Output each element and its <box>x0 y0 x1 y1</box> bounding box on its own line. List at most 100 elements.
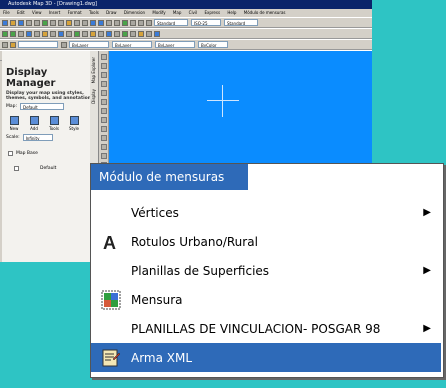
tree-root-label: Map Base <box>16 151 38 156</box>
linetype-combo[interactable]: ByLayer <box>112 41 152 48</box>
menu-format[interactable]: Format <box>68 10 82 15</box>
plotstyle-combo[interactable]: ByColor <box>198 41 228 48</box>
dim-style-combo[interactable]: ISO-25 <box>191 19 221 26</box>
scale-combo[interactable]: Infinity <box>22 134 53 141</box>
tree-root[interactable]: Map Base <box>8 151 92 156</box>
new-icon[interactable] <box>2 19 8 26</box>
map-tool-15-icon[interactable] <box>114 30 120 37</box>
layer-combo[interactable] <box>18 41 58 48</box>
text-style-combo[interactable]: Standard <box>154 19 188 26</box>
print-icon[interactable] <box>26 19 32 26</box>
cut-icon[interactable] <box>42 19 48 26</box>
paste-icon[interactable] <box>58 19 64 26</box>
layer-state-icon[interactable] <box>10 41 16 48</box>
menu-civil[interactable]: Civil <box>189 10 198 15</box>
menu-item-planillas-superficies[interactable]: Planillas de Superficies ▶ <box>91 256 441 285</box>
menu-modify[interactable]: Modify <box>152 10 165 15</box>
toolbar-map <box>0 28 372 39</box>
style-button[interactable]: Style <box>66 116 82 131</box>
map-tool-17-icon[interactable] <box>130 30 136 37</box>
menu-insert[interactable]: Insert <box>49 10 60 15</box>
table-style-combo[interactable]: Standard <box>224 19 258 26</box>
tab-map-explorer[interactable]: Map Explorer <box>91 57 96 83</box>
pan-icon[interactable] <box>90 19 96 26</box>
menu-item-rotulos[interactable]: A Rotulos Urbano/Rural <box>91 227 441 256</box>
array-icon[interactable] <box>100 90 107 96</box>
menu-express[interactable]: Express <box>204 10 220 15</box>
extend-icon[interactable] <box>100 144 107 150</box>
map-tool-11-icon[interactable] <box>82 30 88 37</box>
map-tool-19-icon[interactable] <box>146 30 152 37</box>
erase-icon[interactable] <box>100 54 107 60</box>
mirror-icon[interactable] <box>100 72 107 78</box>
zoom-previous-icon[interactable] <box>114 19 120 26</box>
move-icon[interactable] <box>100 99 107 105</box>
menu-help[interactable]: Help <box>227 10 236 15</box>
map-tool-13-icon[interactable] <box>98 30 104 37</box>
preview-icon[interactable] <box>34 19 40 26</box>
map-tool-9-icon[interactable] <box>66 30 72 37</box>
offset-icon[interactable] <box>100 81 107 87</box>
map-tool-16-icon[interactable] <box>122 30 128 37</box>
copy-icon[interactable] <box>50 19 56 26</box>
map-tool-5-icon[interactable] <box>34 30 40 37</box>
new-button[interactable]: New <box>6 116 22 131</box>
add-button[interactable]: Add <box>26 116 42 131</box>
menu-tools[interactable]: Tools <box>89 10 99 15</box>
map-combo[interactable]: Default <box>20 103 65 110</box>
zoom-icon[interactable] <box>98 19 104 26</box>
child-checkbox[interactable] <box>14 166 19 171</box>
modulo-mensuras-menu: Módulo de mensuras Vértices ▶ A Rotulos … <box>90 163 444 378</box>
menu-dimension[interactable]: Dimension <box>124 10 145 15</box>
map-tool-3-icon[interactable] <box>18 30 24 37</box>
map-tool-14-icon[interactable] <box>106 30 112 37</box>
help-icon[interactable] <box>146 19 152 26</box>
map-tool-12-icon[interactable] <box>90 30 96 37</box>
tree-child[interactable]: Default <box>14 166 92 171</box>
zoom-window-icon[interactable] <box>106 19 112 26</box>
tab-display[interactable]: Display <box>91 89 96 104</box>
match-icon[interactable] <box>66 19 72 26</box>
designcenter-icon[interactable] <box>130 19 136 26</box>
map-tool-8-icon[interactable] <box>58 30 64 37</box>
menu-map[interactable]: Map <box>173 10 181 15</box>
menu-item-mensura[interactable]: Mensura <box>91 285 441 314</box>
map-tool-18-icon[interactable] <box>138 30 144 37</box>
layer-previous-icon[interactable] <box>61 41 67 48</box>
map-tool-1-icon[interactable] <box>2 30 8 37</box>
tools-button[interactable]: Tools <box>46 116 62 131</box>
menu-edit[interactable]: Edit <box>17 10 25 15</box>
open-icon[interactable] <box>10 19 16 26</box>
menu-view[interactable]: View <box>32 10 42 15</box>
stretch-icon[interactable] <box>100 126 107 132</box>
menu-file[interactable]: File <box>3 10 10 15</box>
layer-tree: Map Base Default <box>8 151 92 171</box>
map-tool-6-icon[interactable] <box>42 30 48 37</box>
save-icon[interactable] <box>18 19 24 26</box>
menu-item-arma-xml[interactable]: Arma XML <box>91 343 441 372</box>
menu-draw[interactable]: Draw <box>106 10 116 15</box>
menu-header[interactable]: Módulo de mensuras <box>91 164 248 190</box>
lineweight-combo[interactable]: ByLayer <box>155 41 195 48</box>
color-combo[interactable]: ByLayer <box>69 41 109 48</box>
properties-icon[interactable] <box>122 19 128 26</box>
redo-icon[interactable] <box>82 19 88 26</box>
root-checkbox[interactable] <box>8 151 13 156</box>
scale-icon[interactable] <box>100 117 107 123</box>
menu-item-planillas-vinculacion[interactable]: PLANILLAS DE VINCULACION- POSGAR 98 ▶ <box>91 314 441 343</box>
menu-item-label: PLANILLAS DE VINCULACION- POSGAR 98 <box>131 321 381 336</box>
map-tool-20-icon[interactable] <box>154 30 160 37</box>
map-tool-2-icon[interactable] <box>10 30 16 37</box>
menu-item-vertices[interactable]: Vértices ▶ <box>91 198 441 227</box>
map-tool-7-icon[interactable] <box>50 30 56 37</box>
menu-modulo-mensuras[interactable]: Módulo de mensuras <box>244 10 286 15</box>
break-icon[interactable] <box>100 153 107 159</box>
toolpalette-icon[interactable] <box>138 19 144 26</box>
rotate-icon[interactable] <box>100 108 107 114</box>
layer-manager-icon[interactable] <box>2 41 8 48</box>
map-tool-4-icon[interactable] <box>26 30 32 37</box>
trim-icon[interactable] <box>100 135 107 141</box>
copy-object-icon[interactable] <box>100 63 107 69</box>
undo-icon[interactable] <box>74 19 80 26</box>
map-tool-10-icon[interactable] <box>74 30 80 37</box>
